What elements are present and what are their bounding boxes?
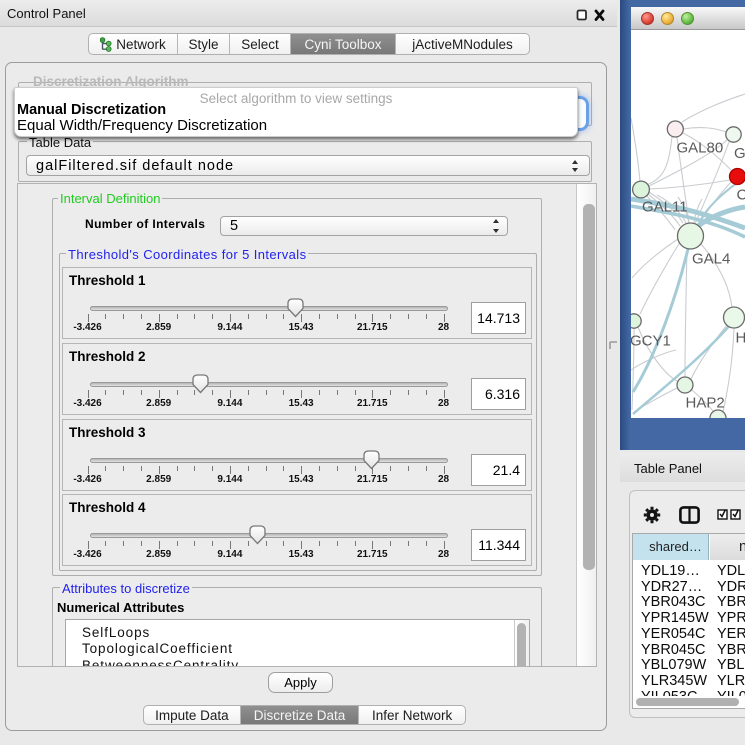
svg-text:GAL4: GAL4: [692, 251, 730, 268]
svg-text:H: H: [736, 330, 745, 347]
svg-text:GCY1: GCY1: [631, 333, 671, 350]
svg-text:HAP2: HAP2: [686, 395, 725, 412]
svg-text:GA: GA: [734, 145, 745, 162]
svg-text:GAL11: GAL11: [642, 199, 688, 216]
svg-text:GAL80: GAL80: [677, 140, 724, 157]
svg-text:C: C: [737, 187, 745, 204]
